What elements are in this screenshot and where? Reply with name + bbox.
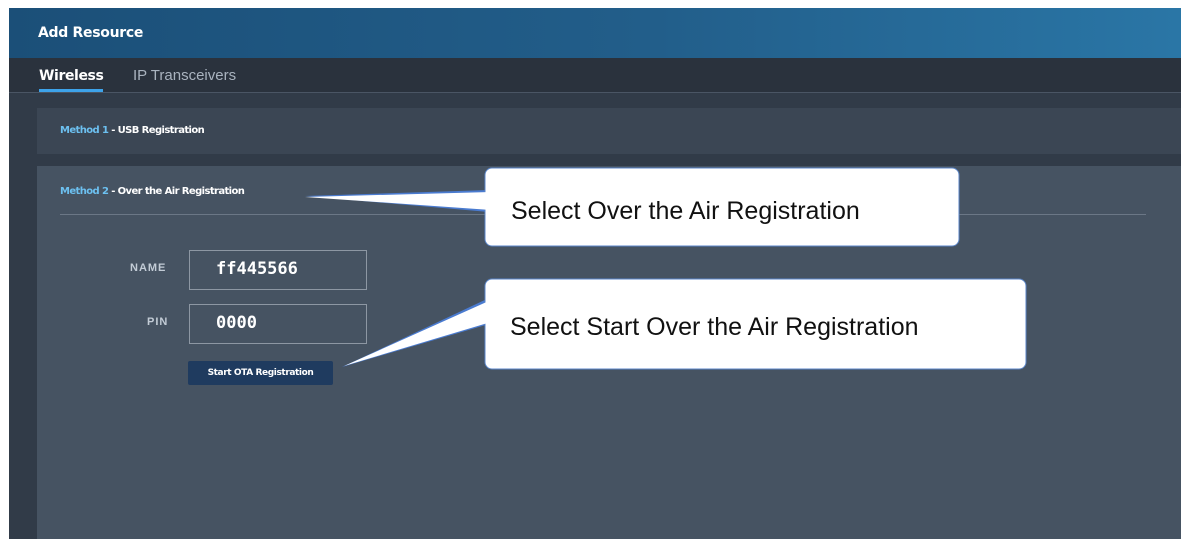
name-field[interactable]: ff445566: [189, 250, 367, 290]
method2-header[interactable]: Method 2 - Over the Air Registration: [60, 186, 245, 197]
method1-number: Method 1: [60, 125, 109, 136]
method2-label: Over the Air Registration: [117, 186, 245, 197]
name-label: NAME: [130, 262, 167, 274]
tab-wireless[interactable]: Wireless: [39, 68, 104, 84]
method1-panel[interactable]: Method 1 - USB Registration: [37, 108, 1181, 154]
method1-label: USB Registration: [117, 125, 205, 136]
method1-header[interactable]: Method 1 - USB Registration: [60, 125, 205, 136]
tab-bar: Wireless IP Transceivers: [9, 58, 1181, 92]
method2-number: Method 2: [60, 186, 109, 197]
tab-ip-transceivers[interactable]: IP Transceivers: [133, 67, 236, 84]
callout-select-ota-text: Select Over the Air Registration: [511, 197, 860, 225]
callout-start-ota-text: Select Start Over the Air Registration: [510, 313, 919, 341]
tabs-divider: [9, 92, 1181, 93]
pin-field[interactable]: 0000: [189, 304, 367, 344]
start-ota-registration-button[interactable]: Start OTA Registration: [188, 361, 333, 385]
title-bar: Add Resource: [9, 8, 1181, 58]
window-title: Add Resource: [38, 25, 144, 41]
add-resource-window: Add Resource Wireless IP Transceivers Me…: [9, 8, 1181, 539]
method2-separator: -: [108, 186, 118, 197]
pin-label: PIN: [147, 316, 169, 328]
method1-separator: -: [108, 125, 118, 136]
